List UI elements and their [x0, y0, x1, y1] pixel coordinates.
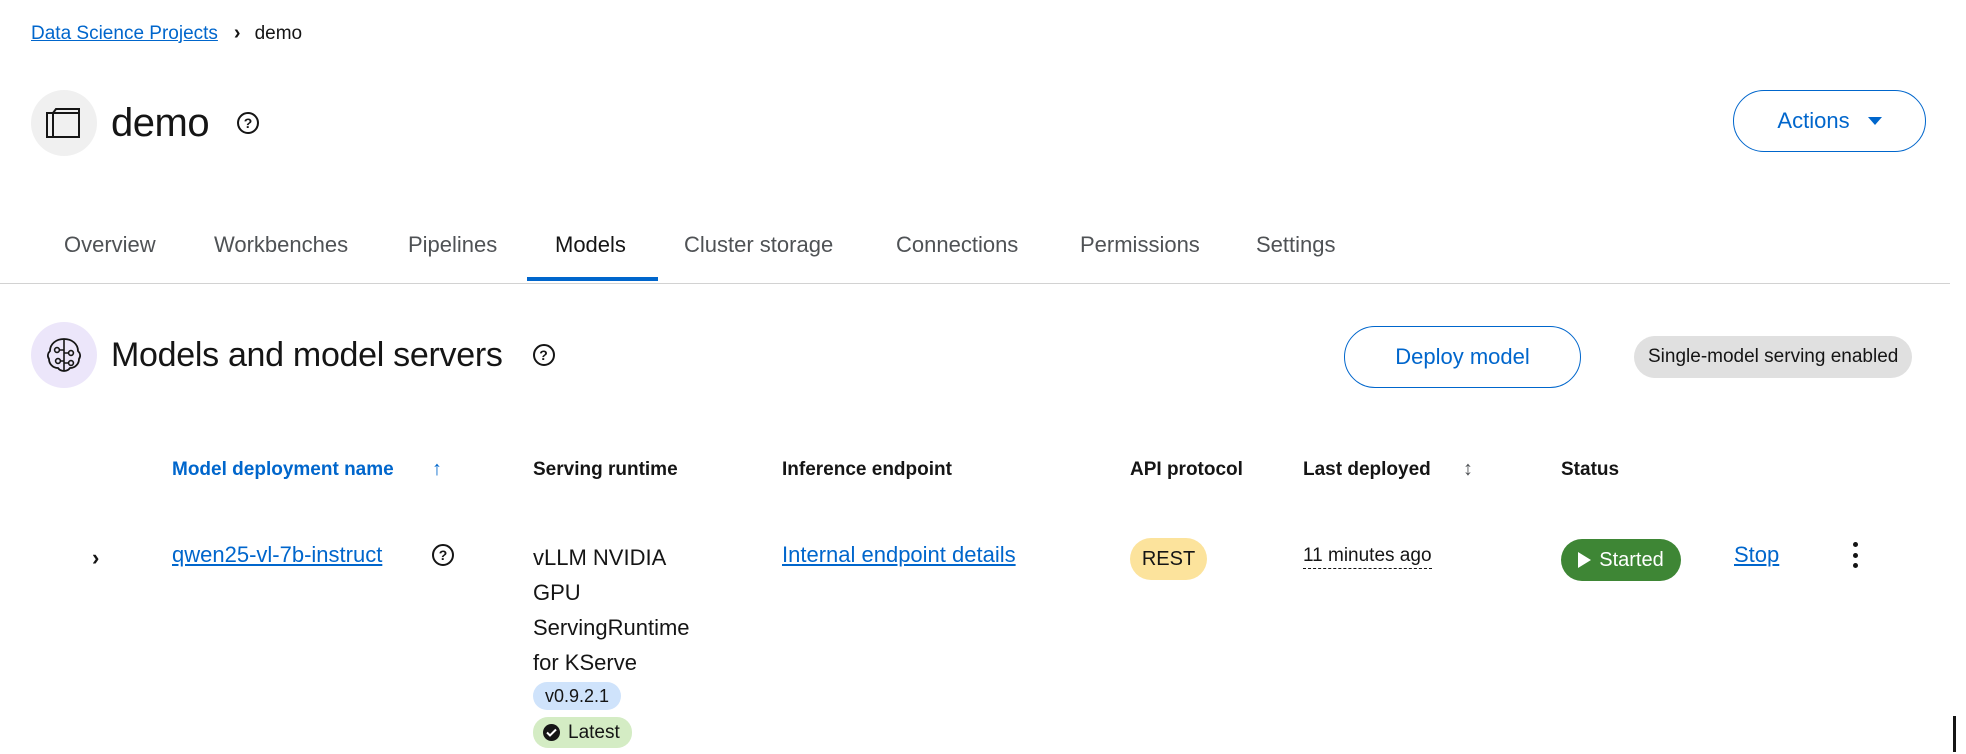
- page-title: demo: [111, 100, 210, 145]
- help-icon[interactable]: ?: [432, 544, 454, 566]
- latest-badge-label: Latest: [568, 721, 620, 743]
- tab-permissions[interactable]: Permissions: [1080, 232, 1200, 258]
- tab-settings[interactable]: Settings: [1256, 232, 1336, 258]
- kebab-menu-icon[interactable]: [1850, 542, 1860, 568]
- sort-ascending-icon[interactable]: ↑: [432, 458, 442, 481]
- row-expand-toggle[interactable]: ›: [92, 545, 99, 571]
- runtime-version-badge: v0.9.2.1: [533, 682, 622, 710]
- tab-pipelines[interactable]: Pipelines: [408, 232, 497, 258]
- sort-icon[interactable]: ↕: [1463, 458, 1473, 481]
- model-server-icon: [31, 322, 97, 388]
- tab-models[interactable]: Models: [555, 232, 626, 258]
- tab-workbenches[interactable]: Workbenches: [214, 232, 348, 258]
- deploy-model-button[interactable]: Deploy model: [1344, 326, 1581, 388]
- status-label: Started: [1599, 548, 1664, 571]
- column-header-last-deployed[interactable]: Last deployed: [1303, 459, 1431, 481]
- latest-badge: Latest: [533, 717, 632, 748]
- active-tab-indicator: [527, 277, 658, 281]
- column-header-status: Status: [1561, 459, 1620, 480]
- column-header-name[interactable]: Model deployment name: [172, 459, 394, 481]
- column-header-runtime: Serving runtime: [533, 459, 678, 480]
- last-deployed-time[interactable]: 11 minutes ago: [1303, 545, 1432, 569]
- section-header: Models and model servers ?: [31, 322, 555, 388]
- stop-button[interactable]: Stop: [1734, 542, 1779, 568]
- tab-cluster-storage[interactable]: Cluster storage: [684, 232, 833, 258]
- actions-button-label: Actions: [1777, 108, 1850, 133]
- chevron-right-icon: ›: [233, 22, 241, 44]
- serving-mode-label: Single-model serving enabled: [1634, 336, 1913, 378]
- text-cursor: [1953, 716, 1956, 752]
- check-circle-icon: [543, 724, 560, 741]
- api-protocol-badge: REST: [1130, 538, 1207, 580]
- caret-down-icon: [1867, 117, 1882, 125]
- serving-runtime: vLLM NVIDIA GPU ServingRuntime for KServ…: [533, 545, 690, 675]
- breadcrumb: Data Science Projects › demo: [31, 22, 302, 45]
- tab-connections[interactable]: Connections: [896, 232, 1018, 258]
- inference-endpoint-link[interactable]: Internal endpoint details: [782, 542, 1016, 568]
- project-header: demo ?: [31, 90, 260, 156]
- status-badge[interactable]: Started: [1561, 539, 1681, 581]
- model-name-link[interactable]: qwen25-vl-7b-instruct: [172, 542, 382, 568]
- project-folder-icon: [31, 90, 97, 156]
- column-header-endpoint: Inference endpoint: [782, 459, 952, 480]
- breadcrumb-link-projects[interactable]: Data Science Projects: [31, 23, 218, 45]
- project-tabs: Overview Workbenches Pipelines Models Cl…: [0, 222, 1950, 284]
- actions-button[interactable]: Actions: [1733, 90, 1926, 152]
- section-title: Models and model servers: [111, 335, 503, 374]
- help-icon[interactable]: ?: [237, 112, 260, 134]
- column-header-protocol: API protocol: [1130, 459, 1243, 480]
- breadcrumb-current: demo: [254, 22, 303, 44]
- help-icon[interactable]: ?: [532, 344, 555, 366]
- tab-overview[interactable]: Overview: [64, 232, 156, 258]
- play-icon: [1578, 552, 1592, 568]
